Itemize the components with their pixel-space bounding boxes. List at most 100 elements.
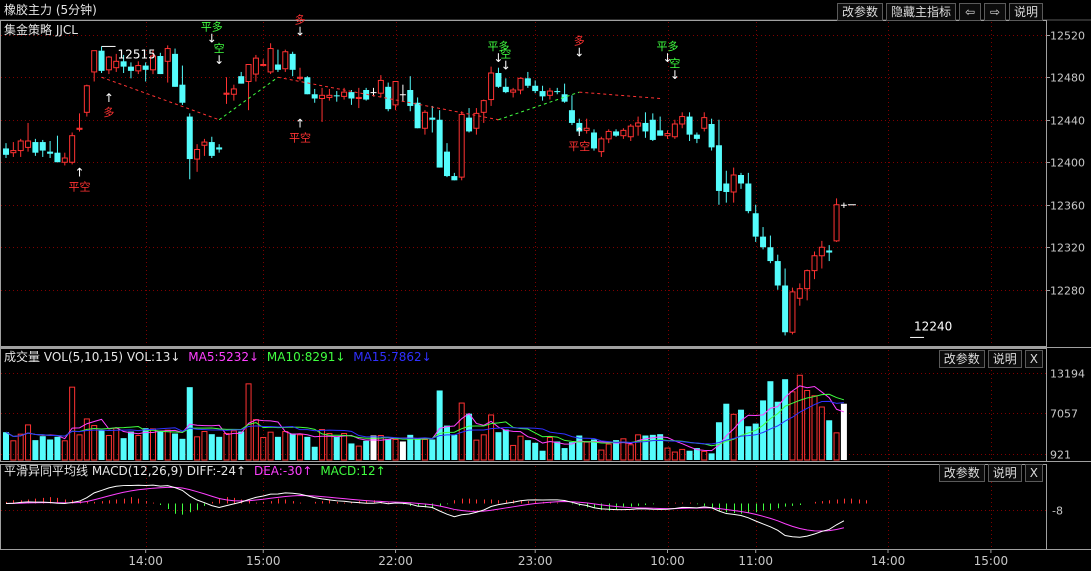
volume-change-params-button[interactable]: 改参数: [938, 350, 985, 368]
candle-body-down: [127, 66, 134, 71]
volume-bar-down: [172, 433, 179, 460]
volume-bar-down: [657, 434, 664, 460]
volume-bar-down: [576, 435, 583, 460]
candle-body-down: [568, 110, 575, 123]
volume-bar-up: [605, 443, 612, 461]
candle-body-down: [774, 261, 781, 286]
volume-bar-down: [723, 403, 730, 460]
strategy-path-line: [498, 91, 580, 121]
time-tick-label: 15:00: [246, 554, 281, 568]
candle-body-up: [833, 204, 840, 242]
candle-body-up: [488, 72, 495, 101]
candle-body-up: [811, 255, 818, 272]
candle-body-down: [32, 142, 39, 153]
time-tick-label: 15:00: [974, 554, 1009, 568]
volume-bar-up: [833, 432, 840, 461]
strategy-path-line: [579, 91, 661, 99]
arrow-left-icon[interactable]: ⇦: [958, 3, 981, 21]
volume-indicator-text: 成交量 VOL(5,10,15) VOL:13↓: [4, 350, 181, 364]
macd-close-button[interactable]: X: [1024, 464, 1043, 482]
volume-bar-up: [598, 449, 605, 461]
volume-bar-up: [679, 448, 686, 461]
candle-body-down: [348, 92, 355, 99]
volume-bar-down: [554, 441, 561, 460]
volume-bar-down: [561, 448, 568, 460]
volume-bar-up: [245, 383, 252, 461]
time-tick-label: 23:00: [518, 554, 553, 568]
candle-body-up: [297, 76, 303, 79]
volume-tick-label: 13194: [1050, 368, 1085, 381]
price-tick-label: 12360: [1050, 200, 1085, 213]
volume-bar-down: [54, 436, 61, 460]
candle-body-down: [693, 134, 700, 139]
candle-body-down: [407, 90, 414, 106]
candle-body-down: [414, 102, 421, 129]
signal-close-short: 平空: [568, 139, 590, 153]
candle-body-up: [517, 77, 524, 91]
candle-body-down: [157, 56, 164, 75]
volume-bar-up: [326, 433, 333, 461]
volume-bar-down: [127, 431, 134, 460]
macd-panel-label: 平滑异同平均线 MACD(12,26,9) DIFF:-24↑ DEA:-30↑…: [4, 461, 386, 481]
candle-body-down: [591, 132, 597, 149]
candle-body-up: [627, 125, 634, 138]
candle-body-up: [194, 149, 201, 160]
candle-body-down: [760, 236, 767, 248]
candle-body-down: [554, 91, 561, 93]
arrow-right-icon[interactable]: ⇨: [983, 3, 1006, 21]
candle-body-down: [495, 73, 502, 87]
candle-body-down: [274, 64, 281, 70]
candle-body-up: [730, 174, 737, 193]
chart-title: 橡胶主力 (5分钟): [4, 3, 97, 17]
candle-body-up: [282, 51, 289, 70]
volume-bar-up: [421, 438, 428, 461]
volume-bar-down: [649, 434, 656, 460]
candle-body-down: [142, 65, 149, 70]
macd-change-params-button[interactable]: 改参数: [938, 464, 985, 482]
volume-bar-up: [796, 374, 803, 461]
volume-bar-down: [840, 403, 847, 460]
candle-body-down: [539, 91, 546, 97]
volume-bar-up: [510, 444, 517, 461]
macd-hist-value: MACD:12↑: [320, 464, 386, 478]
candle-body-up: [480, 100, 487, 113]
candle-body-down: [752, 213, 759, 237]
volume-bar-down: [466, 413, 473, 460]
macd-toolbar: 改参数 说明 X: [936, 464, 1043, 482]
signal-close-short: 平空: [289, 130, 311, 144]
volume-bar-up: [818, 406, 825, 461]
candle-body-down: [216, 147, 223, 150]
macd-help-button[interactable]: 说明: [987, 464, 1022, 482]
volume-bar-up: [267, 431, 274, 461]
candle-body-down: [47, 151, 54, 154]
volume-bar-up: [355, 445, 362, 461]
volume-bar-up: [150, 428, 156, 461]
volume-bar-up: [105, 435, 112, 461]
candle-body-down: [649, 119, 656, 140]
volume-bar-down: [333, 436, 340, 460]
hide-indicator-button[interactable]: 隐藏主指标: [885, 3, 956, 21]
volume-help-button[interactable]: 说明: [987, 350, 1022, 368]
volume-bar-up: [627, 444, 634, 461]
volume-close-button[interactable]: X: [1024, 350, 1043, 368]
macd-diff-line: [5, 484, 845, 538]
volume-ma15-value: MA15:7862↓: [353, 350, 432, 364]
change-params-button[interactable]: 改参数: [836, 3, 883, 21]
candle-body-down: [304, 77, 311, 95]
candle-body-up: [267, 48, 274, 73]
help-button[interactable]: 说明: [1008, 3, 1043, 21]
volume-bar-up: [223, 433, 230, 461]
high-price-label: 12515: [118, 47, 156, 61]
volume-bar-down: [436, 390, 443, 460]
candle-body-up: [341, 91, 348, 97]
volume-bar-up: [804, 389, 811, 461]
volume-bar-down: [274, 436, 281, 460]
volume-bar-down: [745, 426, 752, 460]
time-tick-label: 14:00: [871, 554, 906, 568]
volume-bar-up: [635, 434, 642, 461]
candle-body-down: [826, 250, 833, 253]
volume-ma10-value: MA10:8291↓: [266, 350, 346, 364]
volume-bar-down: [157, 430, 164, 460]
volume-bar-down: [348, 443, 355, 460]
volume-bar-down: [238, 431, 245, 460]
